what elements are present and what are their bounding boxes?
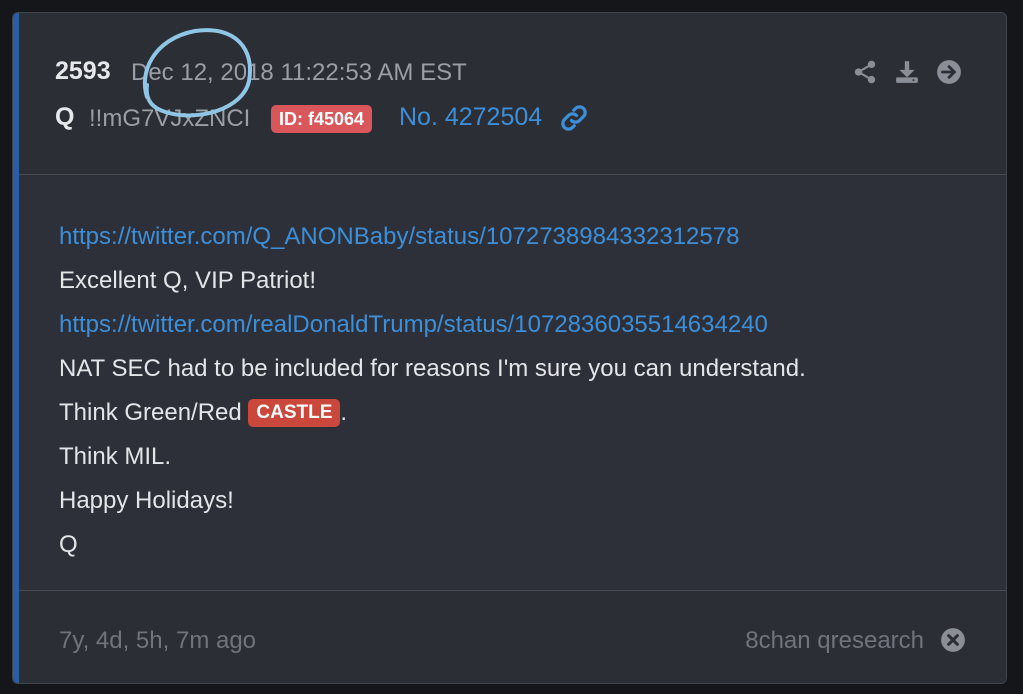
tripcode: !!mG7VJxZNCI — [89, 105, 251, 132]
body-line-5: Think Green/Red CASTLE. — [59, 399, 347, 427]
castle-badge: CASTLE — [248, 399, 341, 427]
share-icon[interactable] — [852, 59, 878, 85]
arrow-right-circle-icon[interactable] — [936, 59, 962, 85]
id-badge: ID: f45064 — [271, 105, 373, 133]
post-card: 2593 Dec 12, 2018 11:22:53 AM EST Q !!mG… — [12, 12, 1007, 684]
post-body: https://twitter.com/Q_ANONBaby/status/10… — [19, 175, 1006, 590]
body-line-4: NAT SEC had to be included for reasons I… — [59, 355, 806, 382]
body-line-5-suffix: . — [340, 399, 348, 426]
post-date: Dec 12, 2018 11:22:53 AM EST — [131, 59, 467, 86]
tweet-link-1[interactable]: https://twitter.com/Q_ANONBaby/status/10… — [59, 223, 739, 251]
body-line-2: Excellent Q, VIP Patriot! — [59, 267, 317, 294]
author-name: Q — [55, 103, 75, 131]
time-ago: 7y, 4d, 5h, 7m ago — [59, 627, 257, 654]
close-circle-icon[interactable] — [940, 627, 966, 653]
tweet-link-2[interactable]: https://twitter.com/realDonaldTrump/stat… — [59, 311, 768, 339]
link-icon[interactable] — [559, 103, 589, 133]
body-line-5-text: Think Green/Red — [59, 399, 249, 426]
body-line-6: Think MIL. — [59, 443, 172, 470]
post-header: 2593 Dec 12, 2018 11:22:53 AM EST Q !!mG… — [19, 13, 1006, 175]
source-label: 8chan qresearch — [745, 627, 924, 654]
download-icon[interactable] — [894, 59, 920, 85]
body-line-8: Q — [59, 531, 78, 558]
post-number: 2593 — [55, 57, 111, 85]
body-line-7: Happy Holidays! — [59, 487, 234, 514]
post-number-link[interactable]: No. 4272504 — [399, 103, 542, 132]
post-footer: 7y, 4d, 5h, 7m ago 8chan qresearch — [19, 590, 1006, 683]
